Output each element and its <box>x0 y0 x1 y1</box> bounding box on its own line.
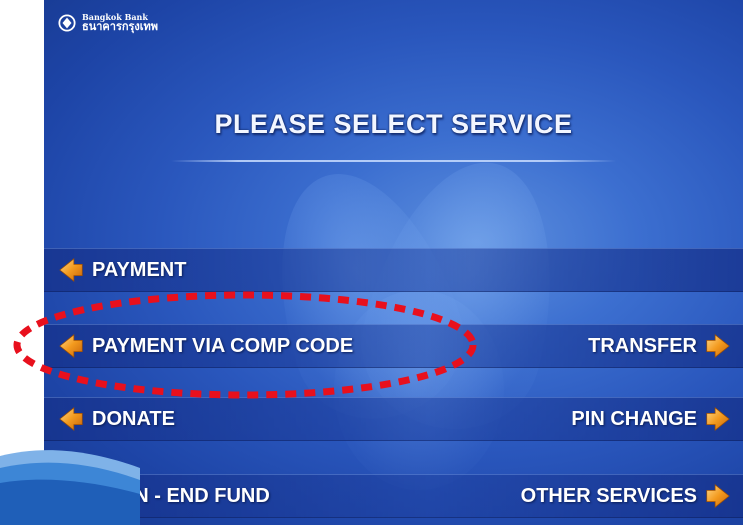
right-arrow-icon <box>706 334 730 358</box>
pin-change-label: PIN CHANGE <box>571 407 697 430</box>
other-services-button[interactable]: OTHER SERVICES <box>521 475 731 517</box>
left-arrow-icon <box>59 258 83 282</box>
atm-screen: Bangkok Bank ธนาคารกรุงเทพ PLEASE SELECT… <box>44 0 743 525</box>
bank-name-en: Bangkok Bank <box>82 12 148 22</box>
transfer-button[interactable]: TRANSFER <box>588 325 731 367</box>
service-row: DONATE PIN CHANGE <box>44 397 743 441</box>
payment-label: PAYMENT <box>92 258 187 281</box>
transfer-label: TRANSFER <box>588 334 697 357</box>
bank-logo: Bangkok Bank ธนาคารกรุงเทพ <box>58 13 158 33</box>
title-underline <box>171 160 616 162</box>
payment-button[interactable]: PAYMENT <box>58 249 186 291</box>
bangkok-bank-logo-icon <box>58 14 76 32</box>
page-title: PLEASE SELECT SERVICE <box>214 109 573 139</box>
pin-change-button[interactable]: PIN CHANGE <box>571 398 731 440</box>
right-arrow-icon <box>706 484 730 508</box>
right-arrow-icon <box>706 407 730 431</box>
service-row: PAYMENT <box>44 248 743 292</box>
bank-name-th: ธนาคารกรุงเทพ <box>82 21 159 33</box>
other-services-label: OTHER SERVICES <box>520 484 697 507</box>
highlight-annotation <box>13 291 477 399</box>
service-row: OPEN - END FUND OTHER SERVICES <box>44 474 743 518</box>
corner-wave-decoration <box>0 450 140 525</box>
